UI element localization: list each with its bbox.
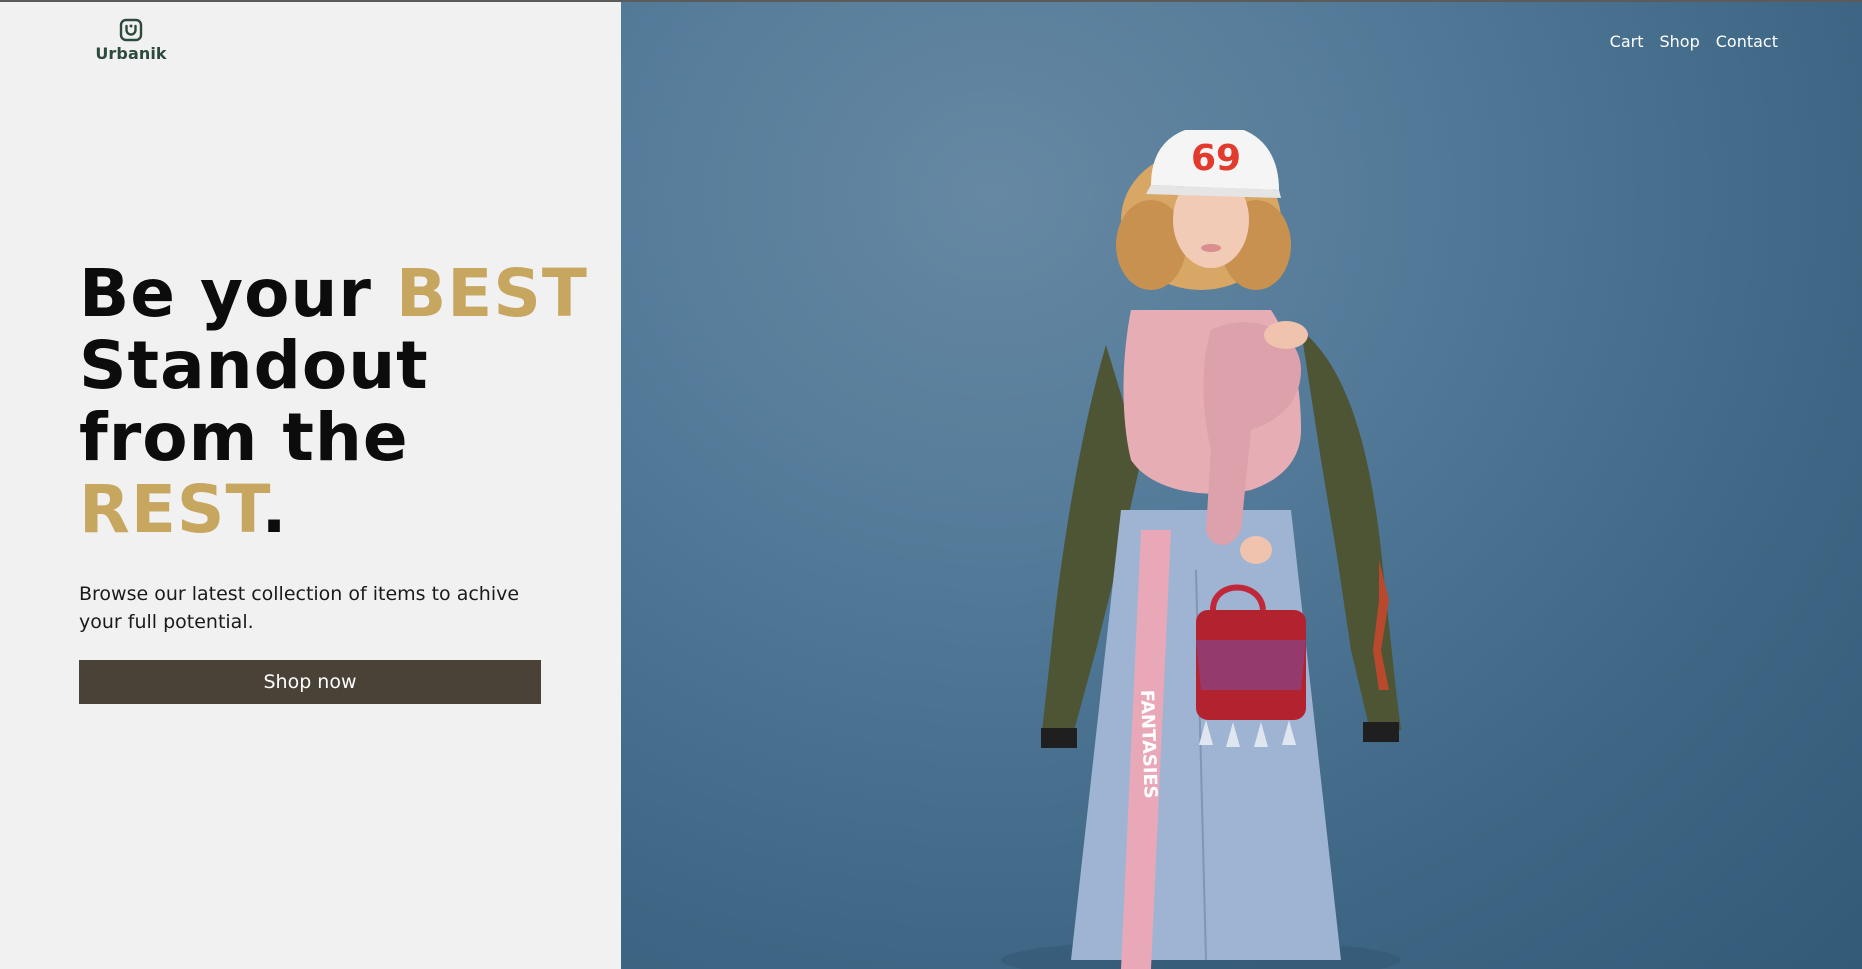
hero-title-period: .	[261, 471, 288, 548]
hero-title-line-4: REST.	[79, 474, 559, 546]
smile-box-icon	[119, 18, 143, 42]
nav-shop[interactable]: Shop	[1660, 32, 1700, 51]
brand-name: Urbanik	[95, 44, 167, 63]
cap-text: 69	[1191, 138, 1241, 179]
hero-image-panel: Cart Shop Contact FANTASIES 69	[621, 0, 1862, 969]
nav-contact[interactable]: Contact	[1716, 32, 1778, 51]
landing-page: Urbanik Be your BEST Standout from the R…	[0, 0, 1862, 969]
hero-title-accent-rest: REST	[79, 471, 262, 548]
hero-title-part-1: Be your	[79, 255, 396, 332]
tape-text: FANTASIES	[1136, 689, 1161, 799]
hero-title-line-1: Be your BEST	[79, 255, 587, 332]
hero-title-line-2: Standout	[79, 327, 429, 404]
hero-title-accent-best: BEST	[395, 255, 588, 332]
main-nav: Cart Shop Contact	[1610, 32, 1778, 51]
hero-title-line-3: from the	[79, 399, 409, 476]
top-border	[0, 0, 1862, 2]
hero-description: Browse our latest collection of items to…	[79, 583, 520, 633]
fashion-model-photo: FANTASIES 69	[1001, 130, 1401, 969]
shop-now-button[interactable]: Shop now	[79, 660, 541, 704]
brand-logo[interactable]: Urbanik	[95, 18, 167, 68]
hero-title: Be your BEST Standout from the REST.	[79, 255, 587, 546]
nav-cart[interactable]: Cart	[1610, 32, 1644, 51]
hero-left-panel: Urbanik Be your BEST Standout from the R…	[0, 0, 621, 969]
